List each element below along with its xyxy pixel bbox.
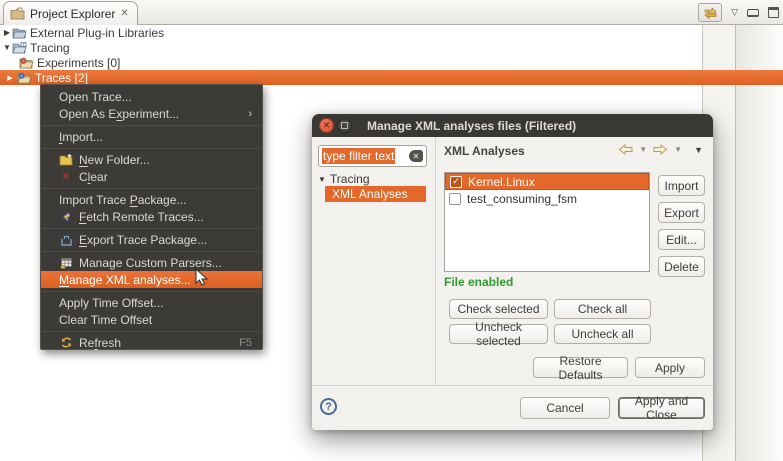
delete-button[interactable]: Delete [658,256,705,277]
menu-item-manage-custom-parsers[interactable]: Manage Custom Parsers... [41,254,262,271]
tracing-folder-icon: T [12,42,27,54]
dialog-maximize-icon[interactable] [337,118,352,133]
menu-item-refresh[interactable]: Refresh F5 [41,334,262,351]
tree-item-traces[interactable]: ▶ Traces [2] [0,70,783,85]
apply-button[interactable]: Apply [635,357,705,378]
clear-icon: ✕ [59,170,73,183]
back-dropdown-icon[interactable]: ▼ [639,145,647,154]
menu-item-import[interactable]: Import... [41,128,262,145]
view-tab-bar: Project Explorer ✕ ▽ [0,0,783,25]
expander-collapsed-icon[interactable]: ▶ [3,74,17,82]
menu-item-clear-time-offset[interactable]: Clear Time Offset [41,311,262,328]
forward-arrow-icon[interactable] [653,144,668,155]
tab-close-icon[interactable]: ✕ [120,9,128,19]
tree-item-label: External Plug-in Libraries [30,26,164,40]
submenu-arrow-icon: › [248,108,252,120]
new-folder-icon [59,153,73,166]
shortcut-label: F5 [239,337,252,349]
menu-item-fetch-remote-traces[interactable]: Fetch Remote Traces... [41,208,262,225]
maximize-icon[interactable] [768,7,779,18]
tab-project-explorer[interactable]: Project Explorer ✕ [3,1,138,25]
list-item-kernel-linux[interactable]: Kernel.Linux [445,173,649,190]
tree-item-external-plugin-libraries[interactable]: ▶ External Plug-in Libraries [0,25,783,40]
mouse-cursor-icon [195,268,208,292]
menu-item-open-as-experiment[interactable]: Open As Experiment... › [41,105,262,122]
open-folder-icon [12,27,27,39]
filter-input[interactable]: type filter text ✕ [318,145,427,167]
xml-files-list: Kernel.Linux test_consuming_fsm [444,172,650,272]
workbench-window: Project Explorer ✕ ▽ ▶ External Plug-in … [0,0,783,461]
back-arrow-icon[interactable] [618,144,633,155]
view-menu-icon[interactable]: ▼ [694,145,703,155]
file-name: Kernel.Linux [468,175,535,189]
expander-collapsed-icon[interactable]: ▶ [2,28,12,37]
view-menu-icon[interactable]: ▽ [731,7,738,18]
refresh-icon [59,336,73,349]
restore-defaults-button[interactable]: Restore Defaults [533,357,628,378]
checkbox-unchecked-icon[interactable] [449,193,461,205]
pref-tree-item-xml-analyses[interactable]: XML Analyses [325,186,426,202]
checkbox-checked-icon[interactable] [450,176,462,188]
export-button[interactable]: Export [658,202,705,223]
export-package-icon [59,233,73,246]
dialog-titlebar[interactable]: ✕ Manage XML analyses files (Filtered) [312,114,713,137]
traces-folder-icon [17,72,32,84]
pref-tree-item-tracing[interactable]: ▼ Tracing [318,172,370,186]
check-all-button[interactable]: Check all [554,299,651,319]
dialog-title: Manage XML analyses files (Filtered) [367,119,576,133]
list-item-test-consuming-fsm[interactable]: test_consuming_fsm [445,190,649,207]
link-with-editor-icon [703,7,718,19]
filter-text: type filter text [322,148,395,164]
tree-item-label: Tracing [30,41,70,55]
tree-item-label: Traces [2] [35,71,88,85]
window-edge-strip [736,25,783,461]
help-icon[interactable]: ? [320,398,337,415]
minimize-icon[interactable] [747,9,759,17]
project-explorer-icon [10,7,25,20]
pane-divider [435,137,436,385]
menu-item-import-trace-package[interactable]: Import Trace Package... [41,191,262,208]
view-toolbar: ▽ [698,0,779,25]
dialog-close-icon[interactable]: ✕ [319,118,334,133]
cancel-button[interactable]: Cancel [520,397,610,419]
tab-title: Project Explorer [30,7,115,21]
window-edge-line [735,25,736,461]
custom-parsers-icon [59,256,73,269]
check-selected-button[interactable]: Check selected [449,299,548,319]
menu-item-manage-xml-analyses[interactable]: Manage XML analyses... [41,271,262,288]
clear-filter-icon[interactable]: ✕ [409,150,423,162]
tree-item-tracing[interactable]: ▼ T Tracing [0,40,783,55]
context-menu: Open Trace... Open As Experiment... › Im… [40,84,263,350]
tree-item-experiments[interactable]: Experiments [0] [0,55,783,70]
uncheck-all-button[interactable]: Uncheck all [554,324,651,344]
pref-tree-label: Tracing [330,172,370,186]
menu-item-export-trace-package[interactable]: Export Trace Package... [41,231,262,248]
experiments-folder-icon [19,57,34,69]
pref-tree-label: XML Analyses [332,187,408,201]
history-nav: ▼ ▼ ▼ [618,144,703,155]
forward-dropdown-icon[interactable]: ▼ [674,145,682,154]
uncheck-selected-button[interactable]: Uncheck selected [449,324,548,344]
manage-xml-analyses-dialog: ✕ Manage XML analyses files (Filtered) t… [312,114,713,430]
expander-expanded-icon[interactable]: ▼ [318,175,326,184]
import-button[interactable]: Import [658,175,705,196]
menu-item-apply-time-offset[interactable]: Apply Time Offset... [41,294,262,311]
file-name: test_consuming_fsm [467,192,577,206]
tree-item-label: Experiments [0] [37,56,120,70]
page-title: XML Analyses [444,144,525,158]
link-with-editor-button[interactable] [698,3,722,22]
expander-expanded-icon[interactable]: ▼ [2,43,12,52]
apply-and-close-button[interactable]: Apply and Close [618,397,705,419]
menu-item-new-folder[interactable]: New Folder... [41,151,262,168]
dialog-footer: ? Cancel Apply and Close [312,386,713,430]
menu-item-open-trace[interactable]: Open Trace... [41,88,262,105]
file-enabled-status: File enabled [444,275,513,289]
menu-item-clear[interactable]: ✕ Clear [41,168,262,185]
fetch-remote-icon [59,210,73,223]
edit-button[interactable]: Edit... [658,229,705,250]
